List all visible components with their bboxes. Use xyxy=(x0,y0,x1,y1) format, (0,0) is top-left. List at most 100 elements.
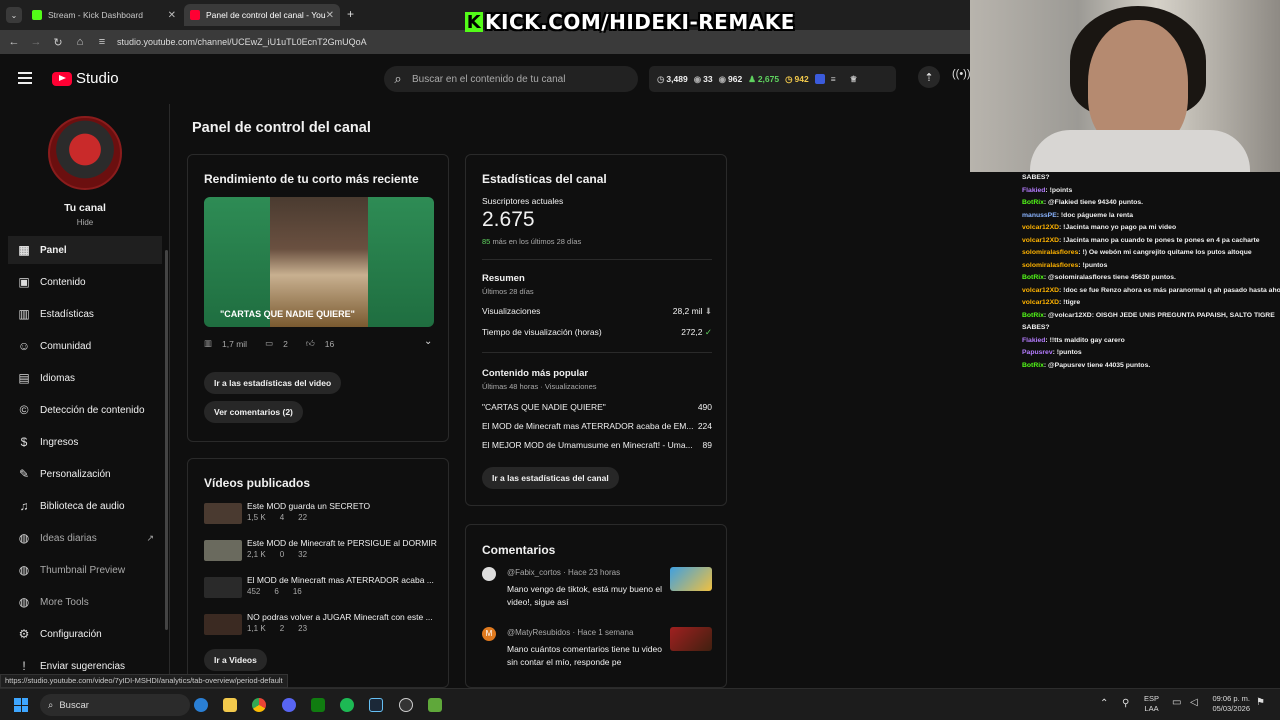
new-tab-button[interactable]: + xyxy=(347,7,354,21)
minecraft-icon[interactable] xyxy=(428,698,442,712)
short-thumbnail[interactable]: "CARTAS QUE NADIE QUIERE" xyxy=(204,197,434,327)
top-content-row[interactable]: El MEJOR MOD de Umamusume en Minecraft! … xyxy=(482,440,712,450)
notification-icon[interactable]: ⚑ xyxy=(1256,697,1265,708)
divider xyxy=(482,352,712,353)
kick-overlay: K KICK.COM/HIDEKI-REMAKE xyxy=(465,8,805,36)
chat-username: BotRix xyxy=(1022,361,1044,369)
chat-message: Flakied: !!tts maldito gay carero xyxy=(1022,335,1280,348)
comment-item[interactable]: @Fabix_cortos · Hace 23 horas Mano vengo… xyxy=(482,567,712,617)
forward-icon[interactable]: → xyxy=(25,36,47,48)
upload-icon[interactable]: ⇡ xyxy=(918,66,940,88)
sidebar-item-personalizacion[interactable]: ✎ Personalización xyxy=(8,460,162,488)
menu-icon[interactable] xyxy=(18,72,32,87)
xbox-icon[interactable] xyxy=(311,698,325,712)
chat-message: solomiralasflores: !) Oe webón mi cangre… xyxy=(1022,247,1280,260)
channel-stats-button[interactable]: Ir a las estadísticas del canal xyxy=(482,467,619,489)
browser-tab-studio[interactable]: Panel de control del canal - You ✕ xyxy=(184,4,340,26)
sidebar-item-more-tools[interactable]: ◍ More Tools xyxy=(8,588,162,616)
video-thumbnail xyxy=(204,540,242,561)
video-thumbnail xyxy=(204,503,242,524)
video-title: Este MOD guarda un SECRETO xyxy=(247,501,371,511)
discord-icon[interactable] xyxy=(282,698,296,712)
chevron-down-icon[interactable]: ⌄ xyxy=(424,336,432,347)
steam-icon[interactable] xyxy=(369,698,383,712)
studio-logo[interactable]: Studio xyxy=(52,70,119,87)
eye-icon: ◉ xyxy=(693,73,702,84)
channel-avatar[interactable] xyxy=(48,116,122,190)
sidebar-item-panel[interactable]: ▦ Panel xyxy=(8,236,162,264)
search-placeholder: Buscar en el contenido de tu canal xyxy=(412,73,566,85)
taskbar-search[interactable]: ⌕ Buscar xyxy=(40,694,190,716)
clock[interactable]: 09:06 p. m. 05/03/2026 xyxy=(1206,694,1250,714)
volume-icon[interactable]: ◁ xyxy=(1190,697,1198,708)
list-item[interactable]: NO podras volver a JUGAR Minecraft con e… xyxy=(204,612,444,636)
edge-icon[interactable] xyxy=(194,698,208,712)
chrome-icon[interactable] xyxy=(252,698,266,712)
sidebar-item-comunidad[interactable]: ☺ Comunidad xyxy=(8,332,162,360)
sidebar-item-ideas[interactable]: ◍ Ideas diarias ↗ xyxy=(8,524,162,552)
browser-tab-kick[interactable]: Stream - Kick Dashboard ✕ xyxy=(26,4,182,26)
top-content-period: Últimas 48 horas · Visualizaciones xyxy=(482,382,597,391)
sidebar-item-configuracion[interactable]: ⚙ Configuración xyxy=(8,620,162,648)
extension-stats-bar[interactable]: ◷ 3,489 ◉ 33 ◉ 962 ♟ 2,675 ◷ 942 ≡ ♕ xyxy=(649,66,896,92)
mic-icon[interactable]: ⚲ xyxy=(1122,698,1129,709)
comment-meta: @MatyResubidos · Hace 1 semana xyxy=(507,628,634,637)
spotify-icon[interactable] xyxy=(340,698,354,712)
bar-chart-icon: ▥ xyxy=(204,338,213,348)
like-icon: 👍︎ xyxy=(305,338,315,348)
list-item[interactable]: Este MOD de Minecraft te PERSIGUE al DOR… xyxy=(204,538,444,562)
latest-short-card: Rendimiento de tu corto más reciente "CA… xyxy=(187,154,449,442)
webcam-feed xyxy=(970,0,1280,172)
close-icon[interactable]: ✕ xyxy=(168,10,176,21)
person-icon: ♟ xyxy=(748,73,756,84)
chat-text: : !tigre xyxy=(1059,299,1081,306)
external-link-icon: ↗ xyxy=(146,532,154,543)
folder-icon[interactable] xyxy=(223,698,237,712)
list-item[interactable]: El MOD de Minecraft mas ATERRADOR acaba … xyxy=(204,575,444,599)
stat-subs: ♟ 2,675 xyxy=(748,73,780,85)
avatar: M xyxy=(482,627,496,641)
chat-message: manussPE: !doc páguеme la renta xyxy=(1022,210,1280,223)
top-content-row[interactable]: "CARTAS QUE NADIE QUIERE" 490 xyxy=(482,402,712,412)
view-comments-button[interactable]: Ver comentarios (2) xyxy=(204,401,303,423)
obs-icon[interactable] xyxy=(399,698,413,712)
back-icon[interactable]: ← xyxy=(3,36,25,48)
short-stats-button[interactable]: Ir a las estadísticas del video xyxy=(204,372,342,394)
comment-meta: @Fabix_cortos · Hace 23 horas xyxy=(507,568,621,577)
url-input[interactable]: studio.youtube.com/channel/UCEwZ_iU1uTL0… xyxy=(117,37,367,47)
tab-list-button[interactable]: ⌄ xyxy=(6,7,22,23)
tab-label: Stream - Kick Dashboard xyxy=(48,10,143,20)
list-item[interactable]: Este MOD guarda un SECRETO 1,5 K 4 22 xyxy=(204,501,444,525)
site-info-icon[interactable]: ≡ xyxy=(91,36,113,48)
sidebar-item-estadisticas[interactable]: ▥ Estadísticas xyxy=(8,300,162,328)
sidebar-item-thumbnail[interactable]: ◍ Thumbnail Preview xyxy=(8,556,162,584)
reload-icon[interactable]: ↻ xyxy=(47,36,69,49)
sidebar-item-contenido[interactable]: ▣ Contenido xyxy=(8,268,162,296)
chevron-up-icon[interactable]: ⌃ xyxy=(1100,698,1108,709)
home-icon[interactable]: ⌂ xyxy=(69,36,91,48)
sidebar-item-ingresos[interactable]: $ Ingresos xyxy=(8,428,162,456)
network-icon[interactable]: ▭ xyxy=(1172,697,1181,708)
comment-item[interactable]: M @MatyResubidos · Hace 1 semana Mano cu… xyxy=(482,627,712,677)
sidebar-item-biblioteca[interactable]: ♫ Biblioteca de audio xyxy=(8,492,162,520)
search-input[interactable]: ⌕ Buscar en el contenido de tu canal xyxy=(384,66,638,92)
extension-icon[interactable] xyxy=(814,74,825,84)
sidebar-scrollbar[interactable] xyxy=(165,250,168,630)
windows-start-icon[interactable] xyxy=(14,698,28,712)
card-title: Comentarios xyxy=(482,543,556,557)
close-icon[interactable]: ✕ xyxy=(326,10,334,21)
language-indicator[interactable]: ESP LAA xyxy=(1144,694,1159,714)
chat-text: : @Flakied tiene 94340 puntos. xyxy=(1043,199,1144,206)
sidebar-item-idiomas[interactable]: ▤ Idiomas xyxy=(8,364,162,392)
video-stats: 2,1 K 0 32 xyxy=(247,550,308,559)
studio-header: Studio ⌕ Buscar en el contenido de tu ca… xyxy=(0,54,971,104)
live-icon[interactable]: ((•)) xyxy=(952,68,971,80)
extension-icon: ◍ xyxy=(18,563,30,577)
list-icon[interactable]: ≡ xyxy=(831,74,836,84)
extension-icon: ◍ xyxy=(18,531,30,545)
trophy-icon[interactable]: ♕ xyxy=(850,74,858,85)
go-to-videos-button[interactable]: Ir a Videos xyxy=(204,649,267,671)
chat-message: volcar12XD: !doc se fue Renzo ahora es m… xyxy=(1022,285,1280,298)
top-content-row[interactable]: El MOD de Minecraft mas ATERRADOR acaba … xyxy=(482,421,712,431)
sidebar-item-deteccion[interactable]: © Detección de contenido xyxy=(8,396,162,424)
